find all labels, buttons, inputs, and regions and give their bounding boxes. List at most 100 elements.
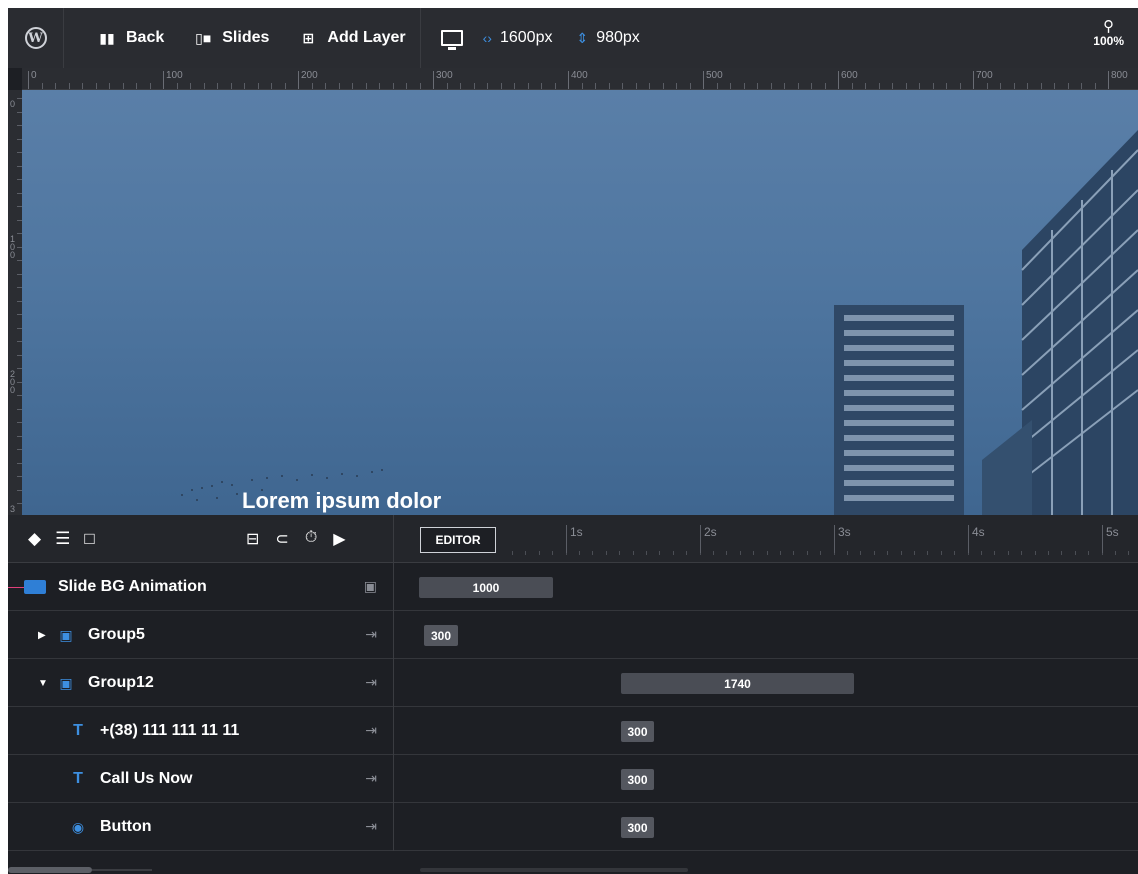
layer-panel-scrollbar[interactable] <box>8 867 92 873</box>
grid-icon[interactable]: ⊟ <box>246 529 259 549</box>
ruler-tick <box>757 83 758 89</box>
height-value: 980px <box>596 29 640 46</box>
time-ruler[interactable]: 1s 2s 3s 4s 5s <box>508 515 1138 563</box>
timeline-bar[interactable]: 300 <box>621 769 654 790</box>
ruler-tick <box>149 83 151 89</box>
ruler-tick <box>487 83 488 89</box>
layer-panel-header: ◆ ☰ □ ⊟ ⊂ ⏱ ▶ <box>8 515 394 563</box>
slides-button[interactable]: ▯■ Slides <box>194 29 269 47</box>
ruler-tick <box>325 83 326 89</box>
button-icon: ◉ <box>71 818 85 835</box>
width-field[interactable]: ‹› 1600px <box>483 29 553 47</box>
editor-tab[interactable]: EDITOR <box>420 527 496 553</box>
ruler-tick <box>811 83 812 89</box>
ruler-tick <box>797 83 799 89</box>
ruler-tick <box>986 83 988 89</box>
wordpress-icon: W <box>24 27 47 49</box>
height-arrows-icon: ⇕ <box>576 29 589 46</box>
time-tick <box>900 551 902 555</box>
layer-row[interactable]: T Call Us Now ⇥ 300 <box>8 755 1138 803</box>
time-tick <box>954 551 956 555</box>
ruler-label: 100 <box>166 70 183 81</box>
timeline-scrollbar[interactable] <box>420 868 688 872</box>
zoom-control[interactable]: ⚲ 100% <box>1093 19 1124 48</box>
ruler-label: 800 <box>1111 70 1128 81</box>
ruler-tick <box>392 83 394 89</box>
ruler-label: 0 <box>31 70 37 81</box>
play-icon[interactable]: ▶ <box>333 529 345 549</box>
end-arrow-icon[interactable]: ⇥ <box>365 626 377 643</box>
ruler-tick <box>1108 71 1109 89</box>
time-label: 3s <box>834 525 851 553</box>
timeline-tools: ⊟ ⊂ ⏱ ▶ <box>246 529 346 549</box>
add-layer-button[interactable]: ⊞ Add Layer <box>299 29 406 47</box>
timeline-bar[interactable]: 300 <box>621 817 654 838</box>
layer-row[interactable]: Slide BG Animation ▣ 1000 <box>8 563 1138 611</box>
ruler-tick <box>284 83 286 89</box>
end-arrow-icon[interactable]: ⇥ <box>365 818 377 835</box>
time-tick <box>525 551 527 555</box>
ruler-tick <box>568 71 569 89</box>
zoom-value: 100% <box>1093 34 1124 48</box>
end-arrow-icon[interactable]: ⇥ <box>365 674 377 691</box>
ruler-tick <box>1081 83 1082 89</box>
magnet-icon[interactable]: ⊂ <box>275 529 288 549</box>
canvas-heading-text[interactable]: Lorem ipsum dolor <box>242 488 441 514</box>
timeline-bar[interactable]: 1740 <box>621 673 854 694</box>
list-icon[interactable]: ☰ <box>55 529 70 549</box>
height-field[interactable]: ⇕ 980px <box>576 29 639 47</box>
layer-label: Group12 <box>88 674 154 691</box>
time-tick <box>1074 551 1076 555</box>
ruler-label: 700 <box>976 70 993 81</box>
time-tick <box>820 551 822 555</box>
time-tick <box>940 551 942 555</box>
end-arrow-icon[interactable]: ⇥ <box>365 770 377 787</box>
end-arrow-icon[interactable]: ⇥ <box>365 722 377 739</box>
timeline-bar[interactable]: 1000 <box>419 577 553 598</box>
desktop-view-icon[interactable] <box>440 30 463 50</box>
time-tick <box>659 551 661 555</box>
layer-row[interactable]: ◉ Button ⇥ 300 <box>8 803 1138 851</box>
timeline-bar[interactable]: 300 <box>424 625 458 646</box>
ruler-tick <box>527 83 529 89</box>
ruler-tick <box>959 83 961 89</box>
stopwatch-icon[interactable]: ⏱ <box>305 529 317 549</box>
layer-row[interactable]: T +(38) 111 111 11 11 ⇥ 300 <box>8 707 1138 755</box>
layer-row[interactable]: ▼ ▣ Group12 ⇥ 1740 <box>8 659 1138 707</box>
time-label: 2s <box>700 525 717 553</box>
slide-canvas[interactable]: Lorem ipsum dolor <box>22 90 1138 515</box>
city-background-image <box>181 130 1138 515</box>
timeline-bar[interactable]: 300 <box>621 721 654 742</box>
layer-row-left: ◉ Button ⇥ <box>8 803 394 851</box>
caret-down-icon[interactable]: ▼ <box>38 678 48 689</box>
width-value: 1600px <box>499 29 553 46</box>
ruler-tick <box>365 83 367 89</box>
time-tick <box>538 551 540 555</box>
layers-icon[interactable]: ◆ <box>28 529 41 549</box>
wordpress-button[interactable]: W <box>8 8 64 68</box>
ruler-tick <box>743 83 745 89</box>
layer-row[interactable]: ▶ ▣ Group5 ⇥ 300 <box>8 611 1138 659</box>
ruler-tick <box>136 83 137 89</box>
time-tick <box>605 551 607 555</box>
toolbar-nav: ▮▮ Back ▯■ Slides ⊞ Add Layer <box>64 8 421 68</box>
ruler-label: 100 <box>10 234 16 260</box>
ruler-tick <box>271 83 272 89</box>
ruler-tick <box>946 83 947 89</box>
top-toolbar: W ▮▮ Back ▯■ Slides ⊞ Add Layer ‹› 1600p… <box>8 8 1138 68</box>
ruler-tick <box>770 83 772 89</box>
time-tick <box>780 551 781 555</box>
ruler-tick <box>446 83 448 89</box>
back-icon: ▮▮ <box>99 29 115 46</box>
add-layer-label: Add Layer <box>327 29 406 46</box>
time-tick <box>753 551 755 555</box>
back-button[interactable]: ▮▮ Back <box>98 29 164 47</box>
group-icon: ▣ <box>59 626 73 643</box>
ruler-tick <box>203 83 205 89</box>
background-icon[interactable]: ▣ <box>364 578 377 595</box>
folder-icon[interactable]: □ <box>84 529 94 549</box>
ruler-tick <box>865 83 866 89</box>
time-label: 1s <box>566 525 583 553</box>
caret-right-icon[interactable]: ▶ <box>38 630 48 641</box>
ruler-tick <box>1013 83 1015 89</box>
